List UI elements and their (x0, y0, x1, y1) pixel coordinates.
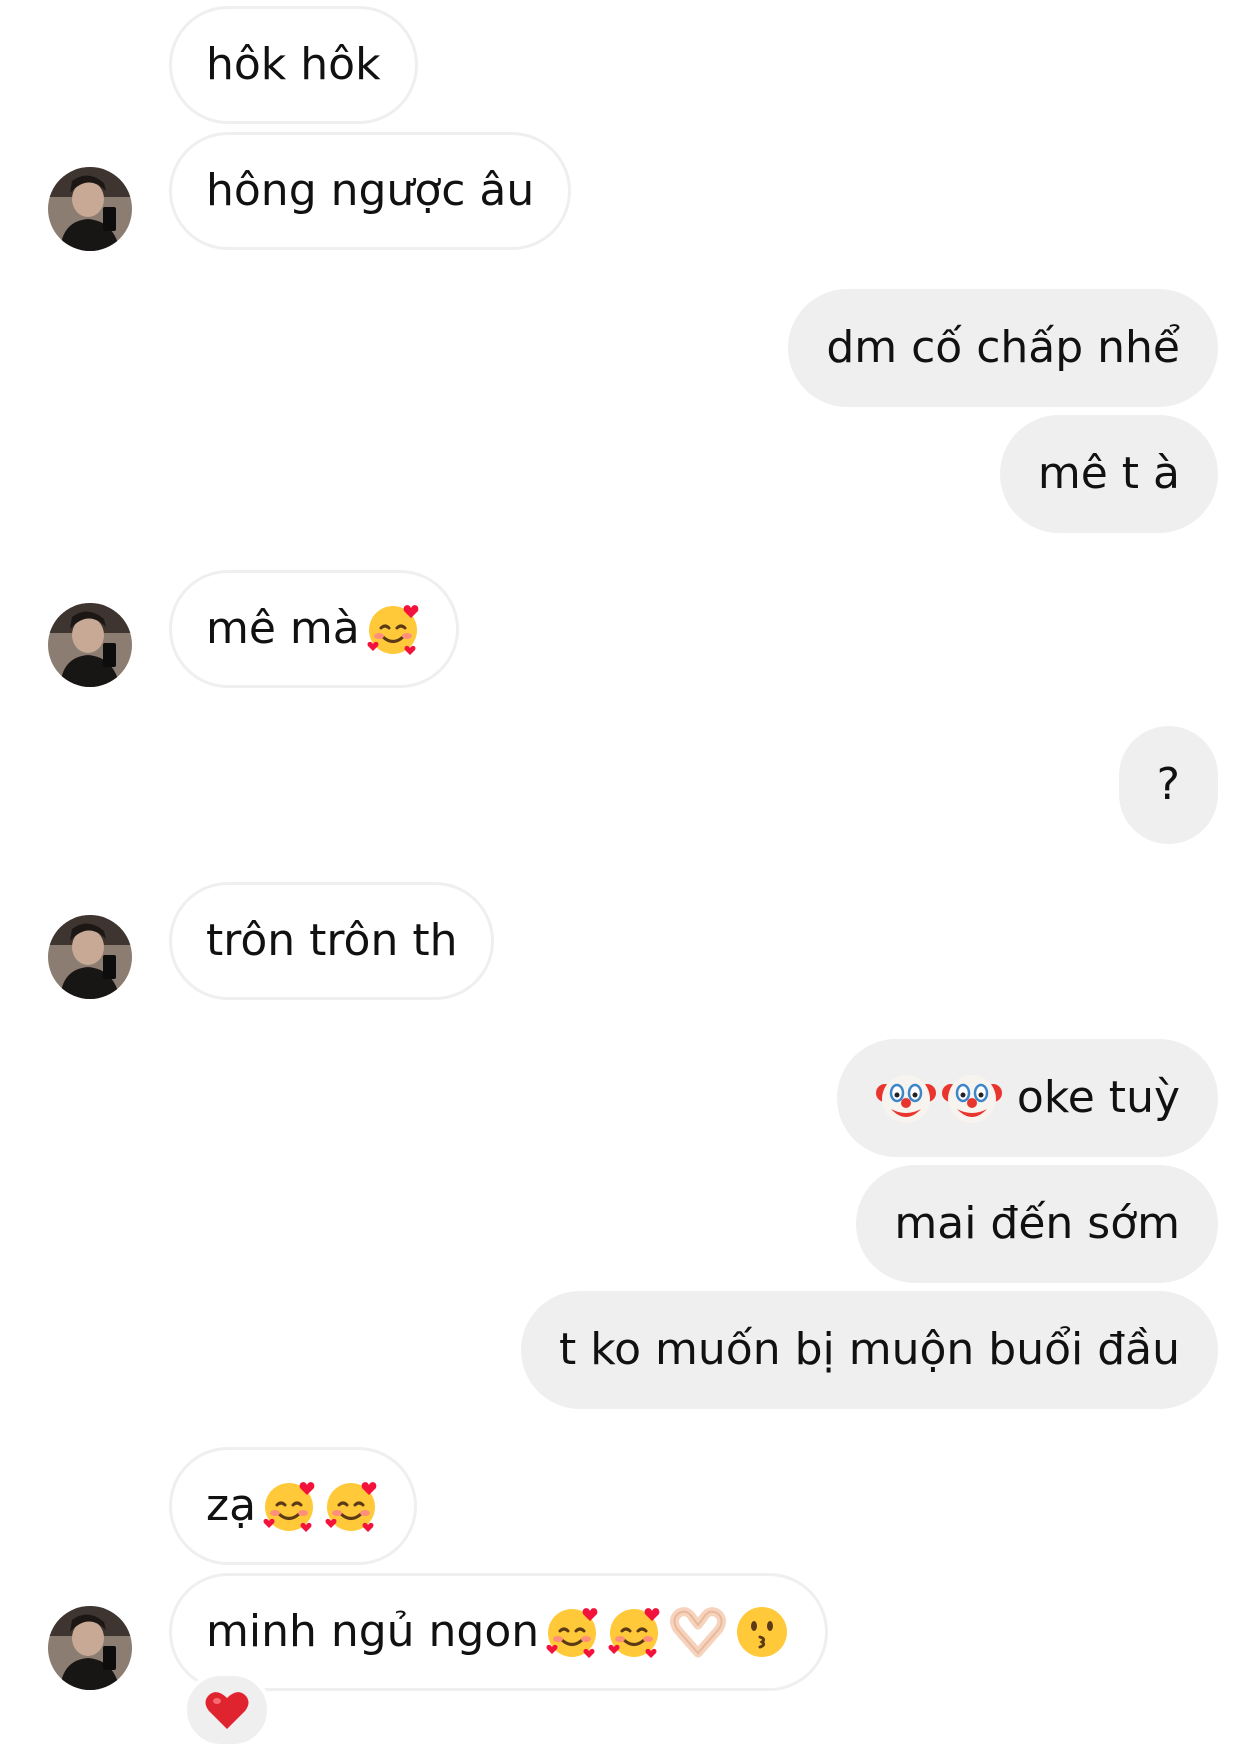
message-text: dm cố chấp nhể (826, 322, 1180, 373)
message-text: hông ngược âu (206, 165, 535, 216)
red-heart-icon (205, 1692, 249, 1729)
avatar-photo (48, 603, 132, 687)
message-bubble-outgoing[interactable]: ? (1118, 726, 1218, 844)
message-bubble-incoming[interactable]: trôn trôn th (169, 882, 495, 1000)
smiling-face-with-hearts-icon (263, 1482, 315, 1532)
avatar[interactable] (48, 915, 132, 999)
message-text: minh ngủ ngon (206, 1606, 540, 1657)
message-text: ? (1156, 759, 1180, 810)
avatar[interactable] (48, 603, 132, 687)
message-text: mê mà (206, 603, 360, 654)
message-reaction[interactable] (183, 1672, 271, 1748)
message-text: oke tuỳ (1016, 1072, 1180, 1123)
message-bubble-outgoing[interactable]: mai đến sớm (856, 1165, 1218, 1283)
message-text: zạ (206, 1480, 257, 1531)
smiling-face-with-hearts-icon (608, 1608, 660, 1658)
message-text: hôk hôk (206, 39, 381, 90)
avatar[interactable] (48, 1606, 132, 1690)
message-bubble-outgoing[interactable]: t ko muốn bị muộn buổi đầu (520, 1291, 1218, 1409)
message-bubble-outgoing[interactable]: mê t à (999, 415, 1218, 533)
message-text: t ko muốn bị muộn buổi đầu (558, 1324, 1180, 1375)
message-bubble-outgoing[interactable]: dm cố chấp nhể (788, 289, 1218, 407)
message-bubble-incoming[interactable]: zạ (169, 1447, 418, 1565)
message-bubble-outgoing[interactable]: oke tuỳ (836, 1039, 1218, 1157)
clown-face-icon (941, 1075, 1002, 1123)
avatar-photo (48, 1606, 132, 1690)
message-bubble-incoming[interactable]: hôk hôk (169, 6, 418, 124)
avatar[interactable] (48, 167, 132, 251)
kissing-face-icon (737, 1607, 788, 1657)
heart-hands-icon (670, 1607, 727, 1658)
avatar-photo (48, 167, 132, 251)
smiling-face-with-hearts-icon (546, 1608, 598, 1658)
clown-face-icon (875, 1075, 936, 1123)
message-bubble-incoming[interactable]: minh ngủ ngon (169, 1573, 829, 1691)
message-text: mai đến sớm (894, 1198, 1180, 1249)
message-text: trôn trôn th (206, 915, 458, 966)
smiling-face-with-hearts-icon (367, 605, 419, 655)
avatar-photo (48, 915, 132, 999)
message-bubble-incoming[interactable]: hông ngược âu (169, 132, 572, 250)
message-text: mê t à (1037, 448, 1180, 499)
message-bubble-incoming[interactable]: mê mà (169, 570, 459, 688)
smiling-face-with-hearts-icon (325, 1482, 377, 1532)
